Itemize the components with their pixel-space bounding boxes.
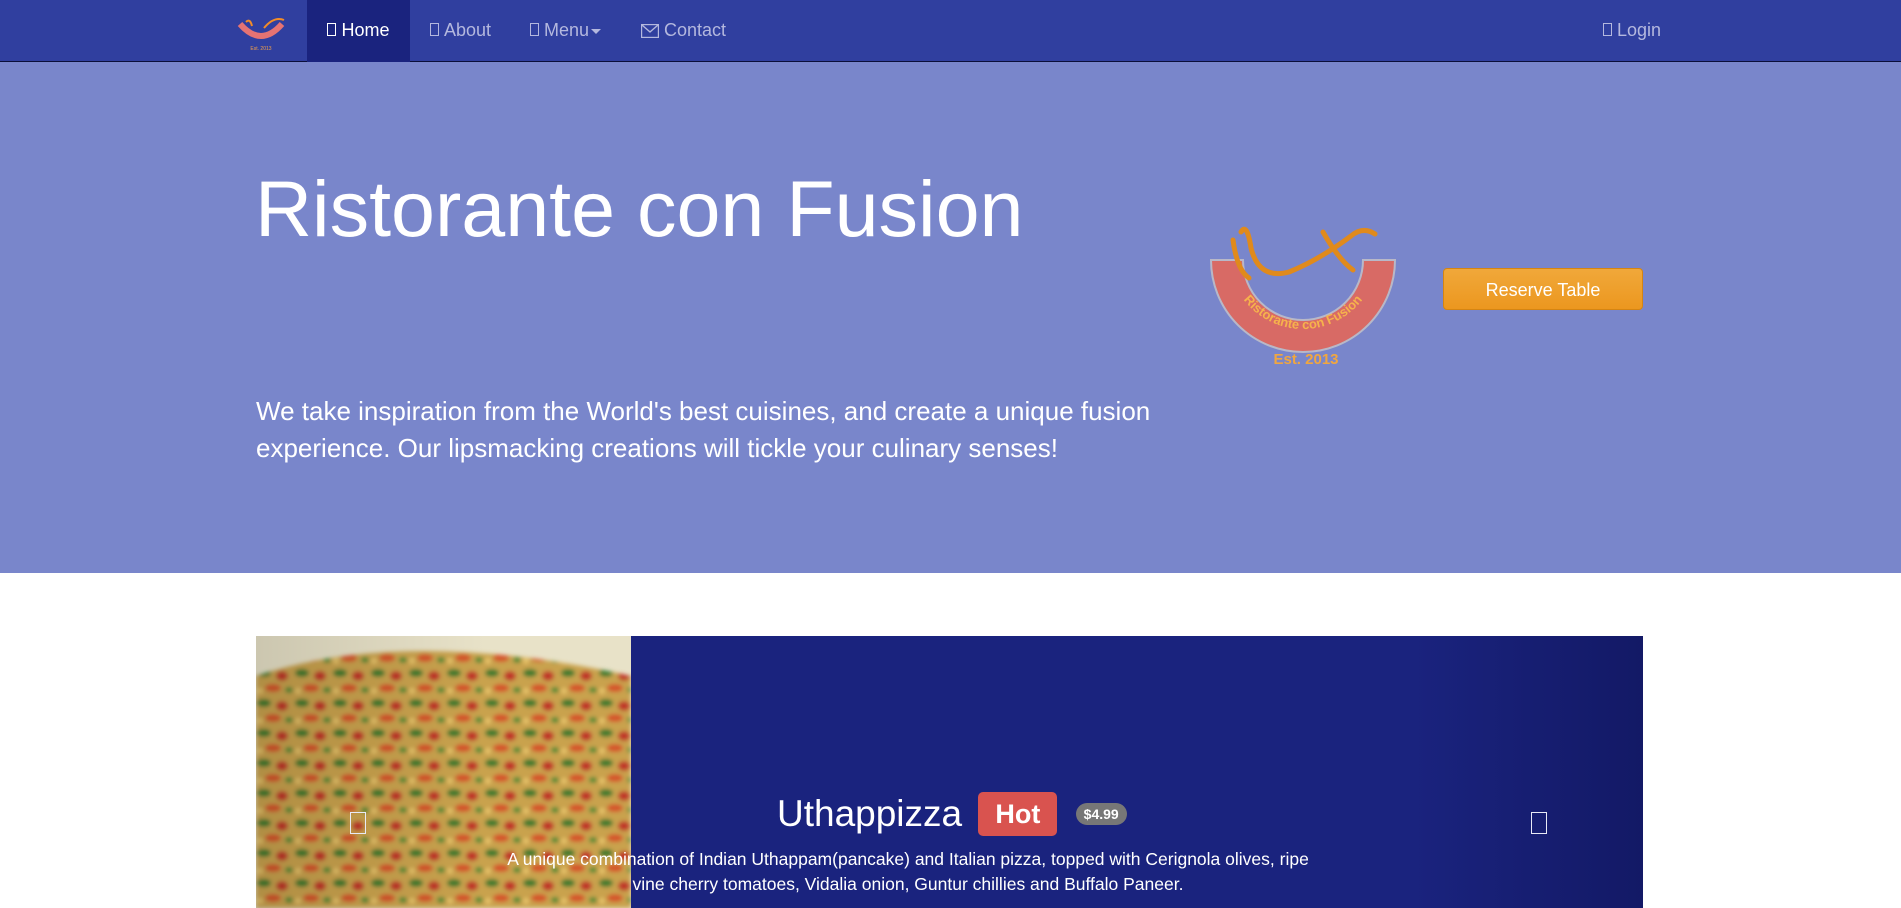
caret-down-icon [591,28,602,34]
slide-title: Uthappizza [777,793,963,835]
nav-about[interactable]: About [430,0,491,62]
envelope-icon [641,24,659,39]
svg-text:Est. 2013: Est. 2013 [250,46,271,52]
carousel-next-icon[interactable] [1531,812,1547,834]
nav-login-label: Login [1617,20,1662,40]
price-badge: $4.99 [1075,803,1127,826]
nav-home-label: Home [341,20,390,40]
home-icon [327,23,337,37]
nav-about-label: About [444,20,492,40]
carousel: Uthappizza Hot $4.99 A unique combinatio… [256,636,1643,908]
navbar: Est. 2013 Home About Menu Contact Login [0,0,1901,62]
list-icon [530,23,539,37]
slide-caption-title: Uthappizza Hot $4.99 [777,790,1127,837]
slide-description: A unique combination of Indian Uthappam(… [507,849,1309,894]
jumbotron-text: We take inspiration from the World's bes… [256,396,1151,463]
carousel-right-shade [1413,636,1643,908]
nav-login[interactable]: Login [1603,0,1661,62]
hot-label: Hot [978,792,1058,837]
jumbotron: Ristorante con Fusion We take inspiratio… [0,62,1901,573]
restaurant-logo: Ristorante con Fusion Est. 2013 [1209,226,1397,368]
nav-home[interactable]: Home [307,0,410,62]
nav-contact[interactable]: Contact [641,0,726,62]
carousel-left-shade [256,636,486,908]
brand-logo[interactable]: Est. 2013 [234,14,288,54]
sign-in-icon [1603,23,1612,37]
reserve-table-button[interactable]: Reserve Table [1443,268,1643,310]
logo-est-text: Est. 2013 [1273,351,1338,368]
info-icon [430,23,439,37]
nav-contact-label: Contact [664,20,727,40]
nav-menu-label: Menu [544,20,590,40]
nav-menu-dropdown[interactable]: Menu [530,0,602,62]
jumbotron-title: Ristorante con Fusion [255,164,1024,253]
carousel-prev-icon[interactable] [350,812,366,834]
